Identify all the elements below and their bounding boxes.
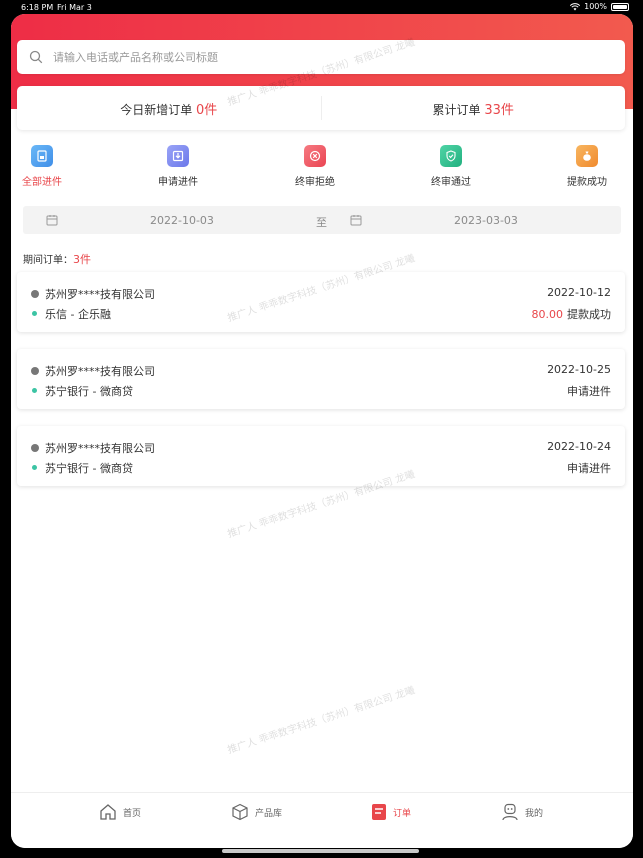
period-orders: 期间订单：3件 <box>23 251 91 267</box>
stats-panel: 今日新增订单 0件 累计订单 33件 <box>17 86 625 130</box>
status-bar: 6:18 PM Fri Mar 3 100% <box>0 0 643 14</box>
stat-today-label: 今日新增订单 <box>120 102 193 117</box>
tab-products-label: 产品库 <box>255 808 283 819</box>
watermark: 推广人 乖乖数字科技（苏州）有限公司 龙曦 <box>226 685 417 757</box>
tab-home[interactable]: 首页 <box>99 803 141 821</box>
order-status: 提款成功 <box>567 308 611 321</box>
order-company: 苏州罗****技有限公司 <box>45 442 155 455</box>
calendar-icon <box>350 215 362 226</box>
order-amount: 80.00 <box>531 308 564 321</box>
close-circle-icon <box>304 145 326 167</box>
period-count: 3件 <box>73 253 91 266</box>
tab-orders[interactable]: 订单 <box>371 803 411 821</box>
company-icon <box>31 290 39 298</box>
filter-all[interactable]: 全部进件 <box>11 142 82 188</box>
order-date: 2022-10-12 <box>547 286 611 299</box>
money-bag-icon <box>576 145 598 167</box>
stat-total: 累计订单 33件 <box>322 99 626 118</box>
order-status: 申请进件 <box>567 385 611 398</box>
filter-withdrawn-label: 提款成功 <box>567 177 607 188</box>
filter-rejected-label: 终审拒绝 <box>295 177 335 188</box>
stat-total-value: 33件 <box>484 102 514 118</box>
bullet-icon <box>32 388 37 393</box>
order-status: 申请进件 <box>567 462 611 475</box>
filter-approved-label: 终审通过 <box>431 177 471 188</box>
status-filter-row: 全部进件 申请进件 终审拒绝 终审通过 提款成功 <box>11 142 633 192</box>
filter-applied[interactable]: 申请进件 <box>138 142 218 188</box>
cube-icon <box>232 803 248 821</box>
filter-all-label: 全部进件 <box>22 177 62 188</box>
filter-rejected[interactable]: 终审拒绝 <box>275 142 355 188</box>
stat-today: 今日新增订单 0件 <box>17 99 321 118</box>
document-lock-icon <box>31 145 53 167</box>
stat-today-value: 0件 <box>196 102 218 118</box>
bullet-icon <box>32 465 37 470</box>
inbox-download-icon <box>167 145 189 167</box>
order-product: 苏宁银行 - 微商贷 <box>45 462 133 475</box>
order-company: 苏州罗****技有限公司 <box>45 288 155 301</box>
order-company: 苏州罗****技有限公司 <box>45 365 155 378</box>
filter-applied-label: 申请进件 <box>158 177 198 188</box>
tab-mine[interactable]: 我的 <box>501 803 543 821</box>
status-right: 100% <box>570 2 629 11</box>
tab-home-label: 首页 <box>123 808 142 819</box>
order-product: 苏宁银行 - 微商贷 <box>45 385 133 398</box>
order-date: 2022-10-25 <box>547 363 611 376</box>
status-time: 6:18 PM <box>21 3 54 12</box>
tab-mine-label: 我的 <box>525 808 544 819</box>
tab-bar: 首页 产品库 订单 我的 <box>11 792 633 848</box>
home-indicator[interactable] <box>222 849 419 853</box>
order-card[interactable]: 苏州罗****技有限公司 2022-10-25 苏宁银行 - 微商贷 申请进件 <box>17 349 625 409</box>
order-product: 乐信 - 企乐融 <box>45 308 111 321</box>
company-icon <box>31 444 39 452</box>
date-separator: 至 <box>316 216 327 229</box>
search-input[interactable] <box>53 50 553 64</box>
order-icon <box>372 804 386 820</box>
end-date-field[interactable]: 2023-03-03 <box>454 214 518 227</box>
order-card[interactable]: 苏州罗****技有限公司 2022-10-24 苏宁银行 - 微商贷 申请进件 <box>17 426 625 486</box>
search-icon <box>29 50 43 64</box>
battery-icon <box>611 2 629 11</box>
app-screen: 今日新增订单 0件 累计订单 33件 全部进件 申请进件 <box>11 14 633 848</box>
filter-withdrawn[interactable]: 提款成功 <box>547 142 627 188</box>
period-label: 期间订单： <box>23 255 73 266</box>
company-icon <box>31 367 39 375</box>
calendar-icon <box>46 215 58 226</box>
home-icon <box>100 804 116 820</box>
search-bar[interactable] <box>17 40 625 74</box>
tab-products[interactable]: 产品库 <box>231 803 282 821</box>
user-icon <box>502 803 518 821</box>
order-date: 2022-10-24 <box>547 440 611 453</box>
status-date: Fri Mar 3 <box>57 3 92 12</box>
bullet-icon <box>32 311 37 316</box>
order-status-group: 80.00 提款成功 <box>532 306 612 322</box>
stat-total-label: 累计订单 <box>432 102 481 117</box>
start-date-field[interactable]: 2022-10-03 <box>150 214 214 227</box>
tab-orders-label: 订单 <box>393 808 412 819</box>
wifi-icon <box>570 2 581 10</box>
device-frame: 6:18 PM Fri Mar 3 100% 今日新增订单 0件 累计订单 33… <box>0 0 643 858</box>
order-card[interactable]: 苏州罗****技有限公司 2022-10-12 乐信 - 企乐融 80.00 提款… <box>17 272 625 332</box>
filter-approved[interactable]: 终审通过 <box>411 142 491 188</box>
shield-check-icon <box>440 145 462 167</box>
battery-percent: 100% <box>584 2 607 11</box>
date-range-picker: 2022-10-03 至 2023-03-03 <box>23 206 621 234</box>
